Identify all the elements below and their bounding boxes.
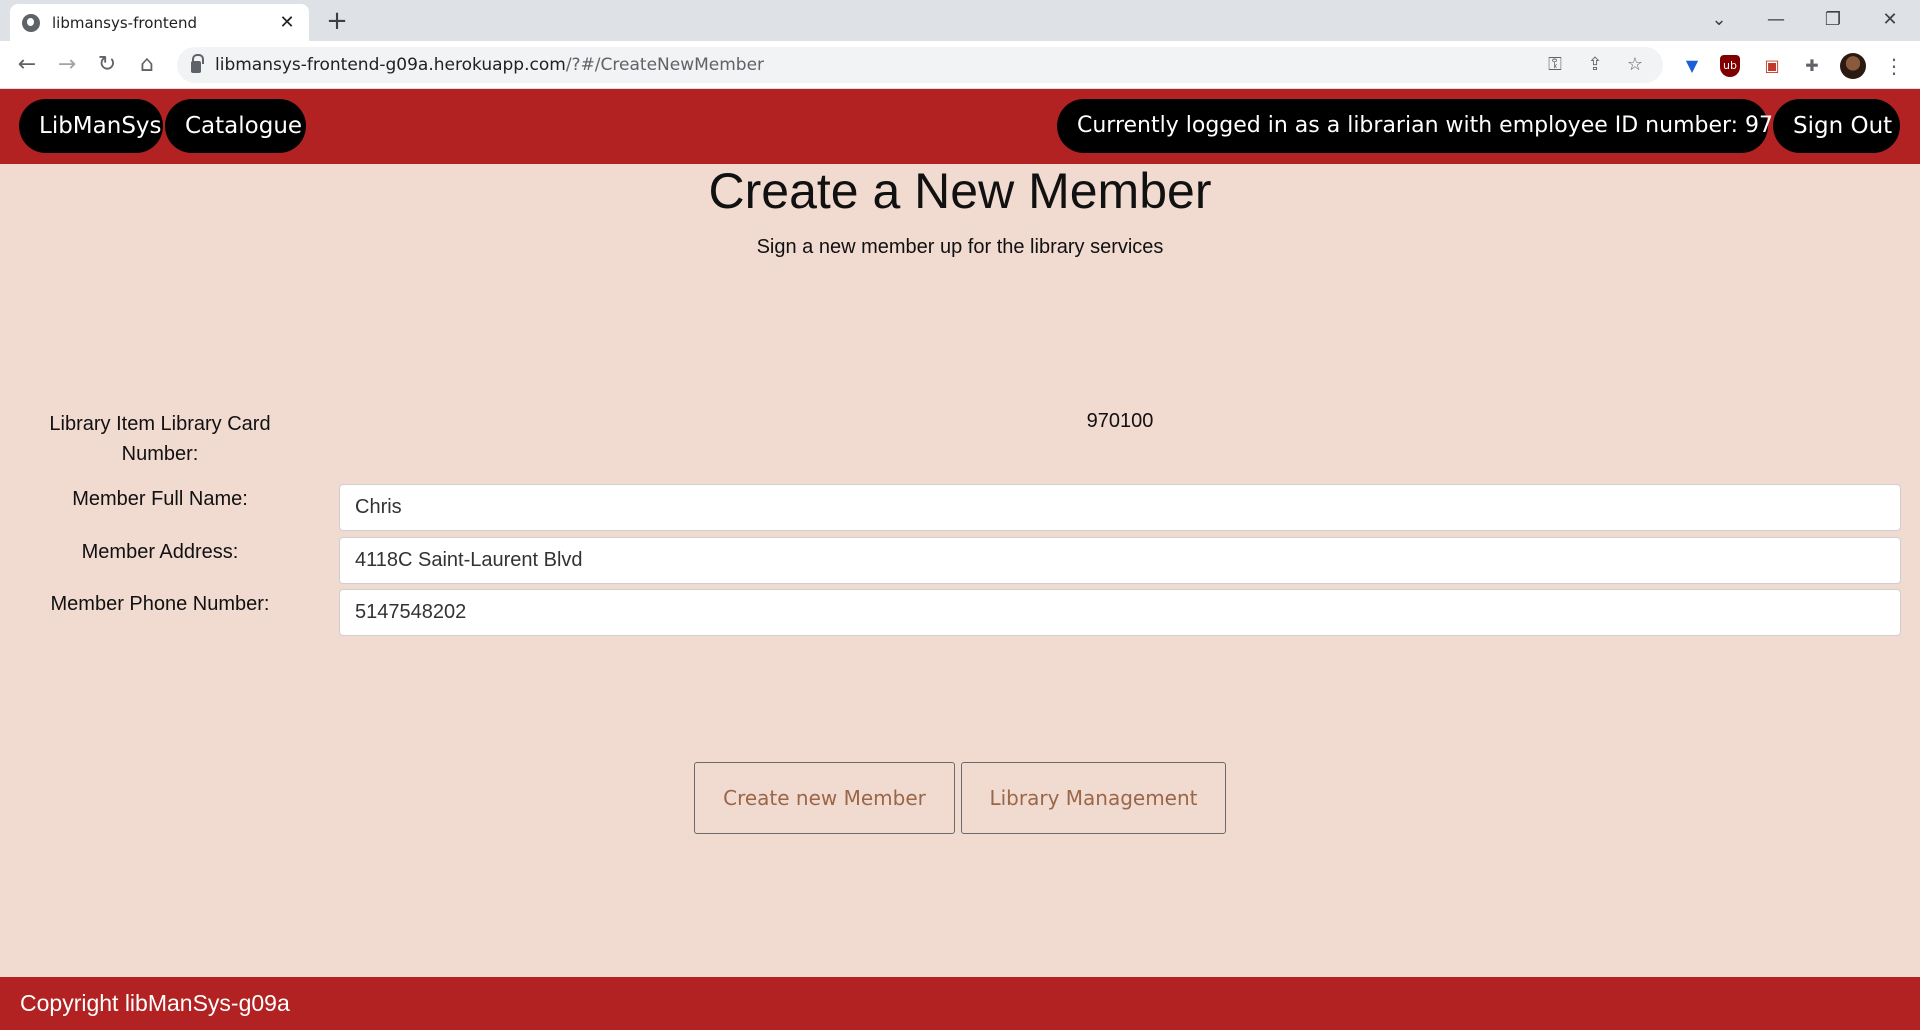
cast-extension-icon[interactable]: ▣ (1760, 54, 1784, 78)
browser-tab[interactable]: libmansys-frontend ✕ (10, 4, 309, 41)
ublock-extension-icon[interactable]: ub (1720, 55, 1740, 77)
window-close-button[interactable]: ✕ (1868, 4, 1912, 36)
phone-label: Member Phone Number: (50, 593, 270, 615)
new-tab-button[interactable]: + (323, 7, 351, 35)
profile-avatar[interactable] (1840, 53, 1866, 79)
tab-close-icon[interactable]: ✕ (277, 12, 297, 33)
minimize-button[interactable]: — (1754, 4, 1798, 36)
vpn-extension-icon[interactable]: ▼ (1680, 54, 1704, 78)
restore-button[interactable]: ❐ (1811, 4, 1855, 36)
lock-icon[interactable] (191, 54, 204, 73)
address-input[interactable] (339, 537, 1901, 584)
url-text[interactable]: libmansys-frontend-g09a.herokuapp.com/?#… (215, 55, 1529, 75)
tab-title: libmansys-frontend (52, 13, 198, 32)
logged-in-status: Currently logged in as a librarian with … (1057, 99, 1829, 153)
create-member-button[interactable]: Create new Member (694, 762, 955, 834)
address-label: Member Address: (81, 541, 239, 563)
full-name-input[interactable] (339, 484, 1901, 531)
share-icon[interactable]: ⇪ (1581, 51, 1609, 79)
forward-icon[interactable]: → (51, 49, 83, 81)
globe-icon (22, 13, 40, 32)
app-navbar: LibManSys Catalogue Currently logged in … (0, 89, 1920, 164)
full-name-label: Member Full Name: (72, 488, 248, 510)
phone-input[interactable] (339, 589, 1901, 636)
card-number-label: Library Item Library Card Number: (49, 413, 271, 465)
page-subtitle: Sign a new member up for the library ser… (756, 236, 1164, 258)
copyright-text: Copyright libManSys-g09a (20, 990, 290, 1016)
home-icon[interactable]: ⌂ (131, 49, 163, 81)
card-number-value: 970100 (1086, 410, 1154, 432)
tab-search-icon[interactable]: ⌄ (1697, 4, 1741, 36)
url-path: /?#/CreateNewMember (565, 55, 765, 75)
star-icon[interactable]: ☆ (1621, 51, 1649, 79)
address-bar[interactable]: libmansys-frontend-g09a.herokuapp.com/?#… (177, 47, 1663, 83)
key-icon[interactable]: ⚿ (1541, 51, 1569, 79)
library-management-button[interactable]: Library Management (961, 762, 1226, 834)
brand-link[interactable]: LibManSys (19, 99, 163, 153)
catalogue-link[interactable]: Catalogue (165, 99, 306, 153)
browser-tabstrip: libmansys-frontend ✕ + ⌄ — ❐ ✕ (0, 0, 1920, 41)
sign-out-button[interactable]: Sign Out (1773, 99, 1900, 153)
footer: Copyright libManSys-g09a (0, 977, 1920, 1030)
reload-icon[interactable]: ↻ (91, 49, 123, 81)
browser-toolbar: ← → ↻ ⌂ libmansys-frontend-g09a.herokuap… (0, 41, 1920, 89)
puzzle-icon[interactable]: ✚ (1800, 54, 1824, 78)
back-icon[interactable]: ← (11, 49, 43, 81)
kebab-menu-icon[interactable]: ⋮ (1882, 54, 1906, 78)
page-title: Create a New Member (708, 163, 1212, 219)
url-host: libmansys-frontend-g09a.herokuapp.com (215, 55, 566, 75)
